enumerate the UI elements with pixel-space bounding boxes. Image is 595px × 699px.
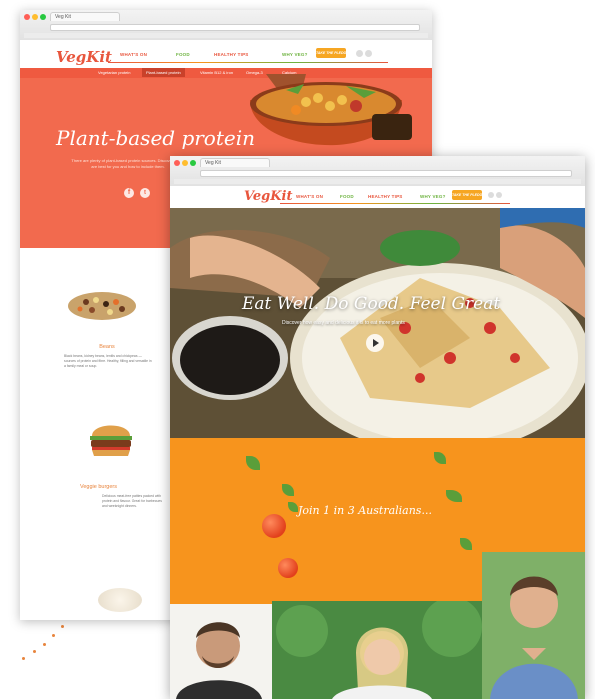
- pledge-button[interactable]: TAKE THE PLEDGE: [452, 190, 485, 200]
- header-divider: [280, 203, 510, 204]
- profile-photo-man: [170, 604, 272, 699]
- front-site-header: VegKit WHAT'S ON FOOD HEALTHY TIPS WHY V…: [170, 186, 585, 208]
- social-icon[interactable]: [496, 192, 502, 198]
- basil-leaf: [282, 484, 294, 496]
- nav-why-veg[interactable]: WHY VEG?: [282, 52, 308, 57]
- facebook-icon[interactable]: f: [124, 188, 134, 198]
- join-text: Join 1 in 3 Australians...: [298, 504, 432, 517]
- front-browser-chrome: Veg Kit: [170, 156, 585, 187]
- section-text-veggie-burgers: Delicious meat-free patties packed with …: [102, 494, 162, 508]
- callout-dot: [60, 625, 64, 628]
- callout-dot: [52, 634, 56, 638]
- minimize-window-dot[interactable]: [32, 14, 38, 20]
- site-logo[interactable]: VegKit: [56, 48, 112, 66]
- profile-photo-woman: [272, 601, 482, 699]
- maximize-window-dot[interactable]: [190, 160, 196, 166]
- bookmarks-bar: [174, 179, 581, 184]
- nav-food[interactable]: FOOD: [176, 52, 190, 57]
- address-bar[interactable]: [200, 170, 572, 177]
- bread-image: [98, 588, 142, 612]
- twitter-icon[interactable]: t: [140, 188, 150, 198]
- back-browser-chrome: Veg Kit: [20, 10, 432, 41]
- basil-leaf: [288, 502, 298, 512]
- maximize-window-dot[interactable]: [40, 14, 46, 20]
- nav-healthy-tips[interactable]: HEALTHY TIPS: [368, 194, 403, 199]
- basil-leaf: [246, 456, 260, 470]
- pledge-button[interactable]: TAKE THE PLEDGE: [316, 48, 349, 58]
- browser-tab[interactable]: Veg Kit: [50, 12, 120, 21]
- callout-dot: [42, 642, 46, 646]
- basil-leaf: [446, 490, 462, 502]
- browser-tab[interactable]: Veg Kit: [200, 158, 270, 167]
- hero-title: Plant-based protein: [56, 126, 255, 150]
- subnav-item[interactable]: Vitamin B12 & iron: [200, 70, 233, 75]
- nav-whats-on[interactable]: WHAT'S ON: [120, 52, 147, 57]
- basil-leaf: [434, 452, 446, 464]
- front-hero-photo: Eat Well. Do Good. Feel Great Discover h…: [170, 208, 585, 438]
- tomato-image: [262, 514, 286, 538]
- nav-why-veg[interactable]: WHY VEG?: [420, 194, 446, 199]
- bookmarks-bar: [24, 33, 428, 38]
- nav-food[interactable]: FOOD: [340, 194, 354, 199]
- hero-title: Eat Well. Do Good. Feel Great: [242, 294, 501, 314]
- subnav-item[interactable]: Vegetarian protein: [98, 70, 130, 75]
- section-label-beans: Beans: [99, 344, 115, 350]
- address-bar[interactable]: [50, 24, 420, 31]
- social-icon[interactable]: [488, 192, 494, 198]
- section-text-beans: Black beans, kidney beans, lentils and c…: [64, 354, 152, 368]
- beans-image: [66, 282, 138, 322]
- nav-healthy-tips[interactable]: HEALTHY TIPS: [214, 52, 249, 57]
- veggie-burger-image: [86, 420, 136, 460]
- section-label-veggie-burgers: Veggie burgers: [80, 484, 117, 490]
- play-icon[interactable]: [366, 334, 384, 352]
- close-window-dot[interactable]: [174, 160, 180, 166]
- nav-whats-on[interactable]: WHAT'S ON: [296, 194, 323, 199]
- close-window-dot[interactable]: [24, 14, 30, 20]
- header-divider: [108, 62, 388, 63]
- tomato-image: [278, 558, 298, 578]
- subnav-item-active[interactable]: Plant-based protein: [142, 68, 185, 77]
- callout-dot: [32, 650, 36, 654]
- site-logo[interactable]: VegKit: [244, 189, 293, 204]
- basil-leaf: [460, 538, 472, 550]
- profile-photo-young-man: [482, 552, 585, 699]
- hero-subtitle: Discover how easy and delicious it is to…: [282, 320, 405, 326]
- social-icon[interactable]: [356, 50, 363, 57]
- front-browser-window: Veg Kit VegKit WHAT'S ON FOOD HEALTHY TI…: [170, 156, 585, 699]
- minimize-window-dot[interactable]: [182, 160, 188, 166]
- callout-dot: [22, 657, 26, 661]
- social-icon[interactable]: [365, 50, 372, 57]
